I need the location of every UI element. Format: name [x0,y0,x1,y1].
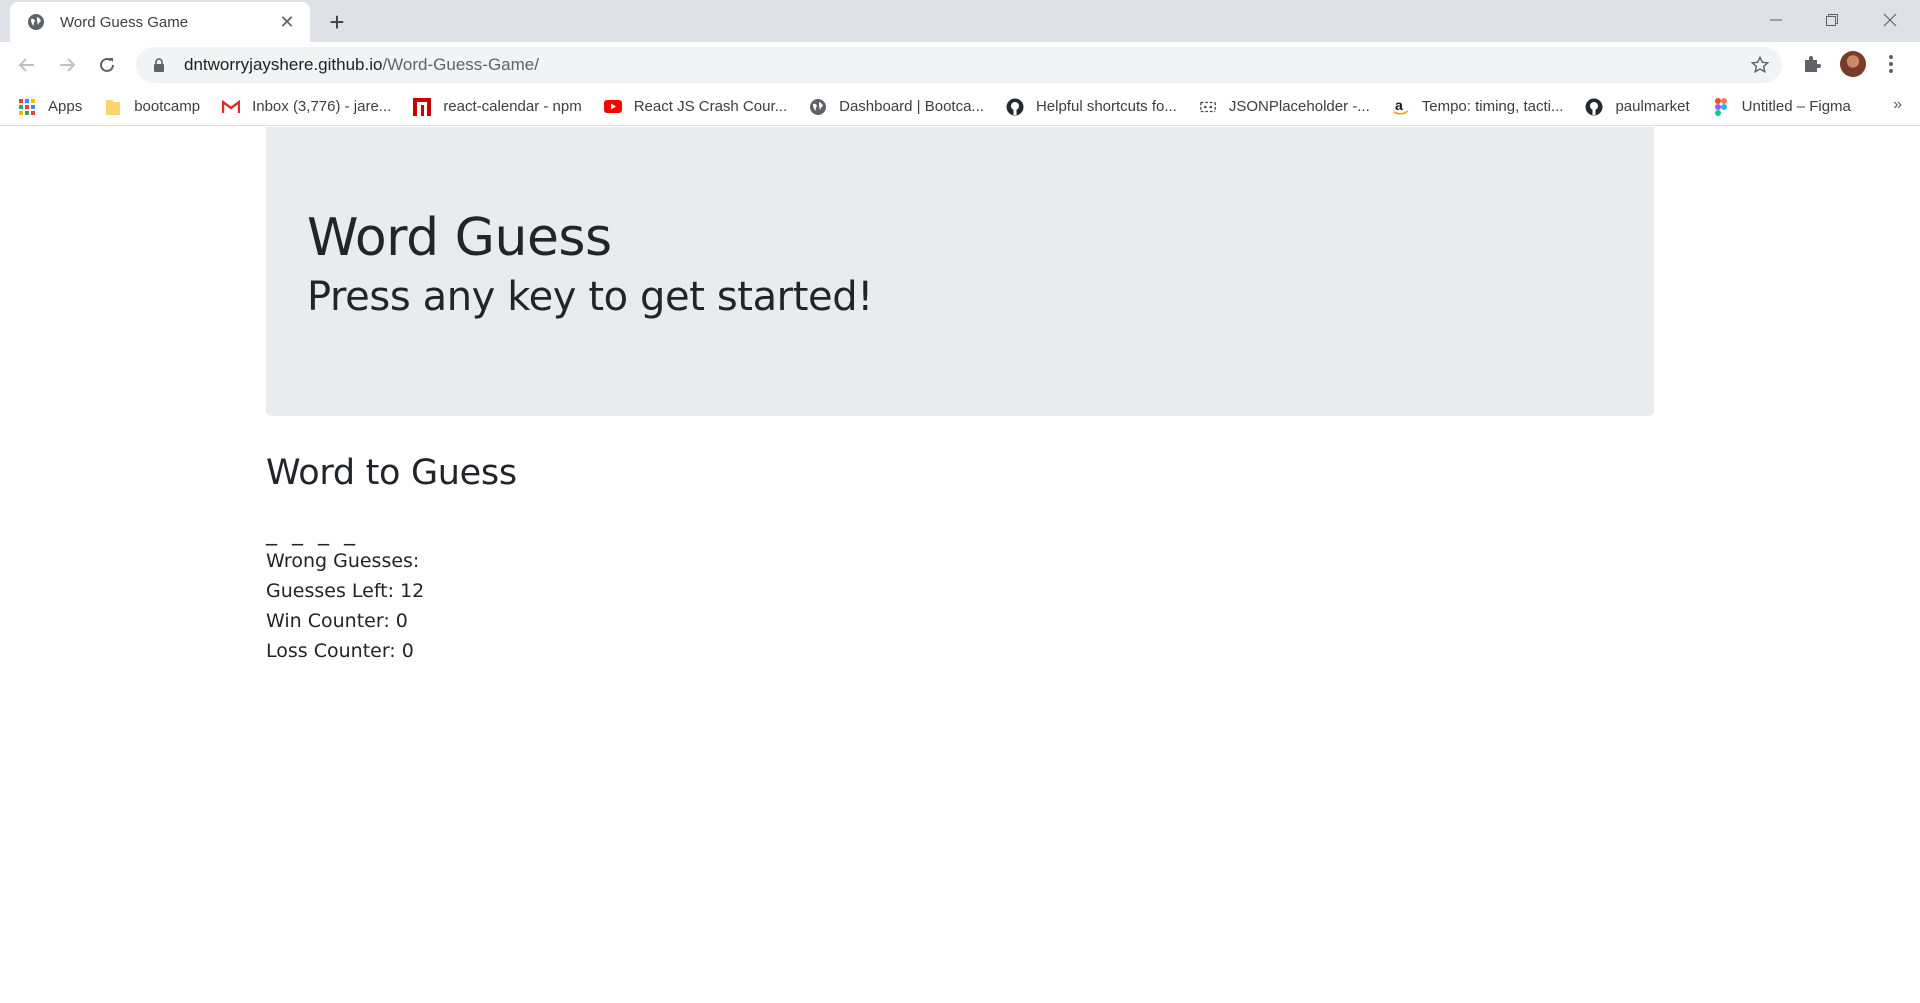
url-host: dntworryjayshere.github.io [184,55,383,74]
bookmark-label: Apps [48,98,83,115]
globe-icon [26,12,46,32]
forward-arrow-icon[interactable] [52,50,82,80]
bookmark-bootcamp[interactable]: bootcamp [104,98,200,116]
loss-counter: Loss Counter: 0 [266,640,414,662]
more-bookmarks-button[interactable]: » [1893,96,1902,114]
address-bar[interactable]: dntworryjayshere.github.io/Word-Guess-Ga… [136,47,1782,83]
word-to-guess-heading: Word to Guess [266,453,517,493]
globe-icon [809,98,827,116]
bookmarks-bar: Apps bootcamp Inbox (3,776) - jare... re… [0,88,1920,126]
bookmark-react-js-crash-course[interactable]: React JS Crash Cour... [603,98,788,116]
restore-window-icon[interactable] [1804,0,1860,40]
svg-text:a: a [1395,98,1403,113]
browser-toolbar: dntworryjayshere.github.io/Word-Guess-Ga… [0,42,1920,88]
reload-icon[interactable] [92,50,122,80]
game-panel: Word to Guess _ _ _ _ Wrong Guesses: Gue… [266,452,1654,666]
close-tab-icon[interactable]: ✕ [276,11,298,33]
github-icon [1006,98,1024,116]
bookmark-helpful-shortcuts[interactable]: Helpful shortcuts fo... [1006,98,1177,116]
tab-title: Word Guess Game [60,13,189,31]
wrong-guesses: Wrong Guesses: [266,550,420,572]
bookmark-label: JSONPlaceholder -... [1228,98,1370,115]
figma-icon [1712,97,1730,116]
url-path: /Word-Guess-Game/ [382,55,539,74]
page-title: Word Guess [307,208,612,268]
bookmark-apps[interactable]: Apps [18,98,82,116]
browser-tab[interactable]: Word Guess Game ✕ [10,2,310,42]
bookmark-label: Helpful shortcuts fo... [1035,98,1177,115]
youtube-icon [603,98,622,116]
jsonplaceholder-icon [1199,98,1217,116]
bookmark-label: bootcamp [134,98,201,115]
tab-bar: Word Guess Game ✕ + [0,0,1920,42]
new-tab-button[interactable]: + [322,7,352,37]
win-counter: Win Counter: 0 [266,610,408,632]
start-instructions: Press any key to get started! [307,274,873,321]
bookmark-paulmarket[interactable]: paulmarket [1585,98,1690,116]
bookmark-react-calendar[interactable]: react-calendar - npm [413,97,582,116]
apps-grid-icon [18,98,36,116]
bookmark-tempo[interactable]: a Tempo: timing, tacti... [1392,98,1564,116]
bookmark-label: Untitled – Figma [1741,98,1851,115]
browser-menu-icon[interactable] [1882,52,1900,76]
minimize-window-icon[interactable] [1748,0,1804,40]
bookmark-star-icon[interactable] [1750,55,1770,75]
bookmark-label: Dashboard | Bootca... [839,98,984,115]
word-blanks: _ _ _ _ [266,521,359,546]
profile-avatar[interactable] [1840,51,1866,77]
bookmark-label: React JS Crash Cour... [633,98,788,115]
gmail-icon [222,98,241,116]
bookmark-label: Tempo: timing, tacti... [1421,98,1564,115]
folder-icon [104,98,122,116]
bookmark-inbox[interactable]: Inbox (3,776) - jare... [222,98,391,116]
url-text: dntworryjayshere.github.io/Word-Guess-Ga… [184,55,539,75]
lock-icon[interactable] [152,57,166,73]
npm-icon [413,97,432,116]
close-window-icon[interactable] [1862,0,1918,40]
bookmark-label: react-calendar - npm [443,98,582,115]
bookmark-jsonplaceholder[interactable]: JSONPlaceholder -... [1199,98,1370,116]
jumbotron-header: Word Guess Press any key to get started! [266,127,1654,416]
back-arrow-icon[interactable] [12,50,42,80]
extensions-puzzle-icon[interactable] [1800,52,1824,76]
bookmark-label: paulmarket [1615,98,1690,115]
bookmark-label: Inbox (3,776) - jare... [252,98,392,115]
amazon-icon: a [1392,98,1410,116]
bookmark-figma[interactable]: Untitled – Figma [1712,97,1851,116]
guesses-left: Guesses Left: 12 [266,580,425,602]
bookmark-dashboard-bootcamp[interactable]: Dashboard | Bootca... [809,98,984,116]
github-icon [1585,98,1603,116]
